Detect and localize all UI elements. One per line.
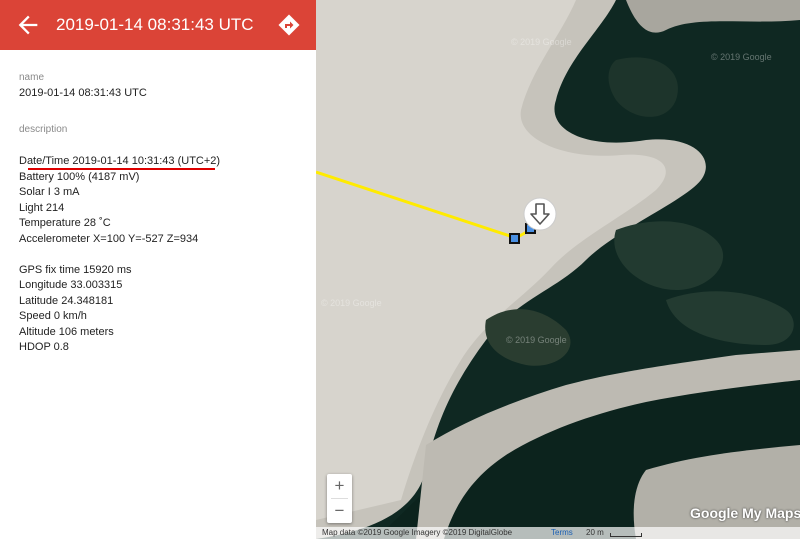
description-line: Longitude 33.003315: [19, 279, 123, 291]
description-line: Temperature 28 ˚C: [19, 217, 111, 229]
name-label: name: [19, 72, 45, 83]
google-my-maps-logo: Google My Maps: [690, 505, 800, 521]
map-watermark: © 2019 Google: [711, 52, 772, 62]
panel-header: 2019-01-14 08:31:43 UTC: [0, 0, 316, 50]
description-line: Solar I 3 mA: [19, 186, 80, 198]
satellite-imagery: [316, 0, 800, 539]
description-line: HDOP 0.8: [19, 341, 69, 353]
map-watermark: © 2019 Google: [321, 298, 382, 308]
map-watermark: © 2019 Google: [506, 335, 567, 345]
map-watermark: © 2019 Google: [511, 37, 572, 47]
satellite-map[interactable]: © 2019 Google © 2019 Google © 2019 Googl…: [316, 0, 800, 539]
description-line: GPS fix time 15920 ms: [19, 263, 132, 276]
description-line: Latitude 24.348181: [19, 294, 114, 307]
attribution-text: Map data ©2019 Google Imagery ©2019 Digi…: [322, 528, 513, 537]
description-label: description: [19, 124, 68, 135]
page-title: 2019-01-14 08:31:43 UTC: [56, 15, 254, 34]
datetime-underline: [28, 168, 215, 170]
track-point-marker[interactable]: [509, 233, 520, 244]
map-attribution-bar: Map data ©2019 Google Imagery ©2019 Digi…: [316, 527, 800, 539]
description-text: Date/Time 2019-01-14 10:31:43 (UTC+2) Ba…: [19, 154, 220, 356]
arrow-left-icon[interactable]: [14, 11, 42, 39]
description-line: Accelerometer X=100 Y=-527 Z=934: [19, 232, 199, 245]
download-arrow-icon[interactable]: [522, 196, 558, 232]
zoom-control: + −: [327, 474, 352, 523]
terms-link[interactable]: Terms: [551, 527, 573, 539]
description-line: Light 214: [19, 201, 65, 214]
directions-icon[interactable]: [277, 13, 301, 37]
description-line: Altitude 106 meters: [19, 325, 114, 338]
scale-label: 20 m: [586, 528, 604, 537]
details-panel: 2019-01-14 08:31:43 UTC name 2019-01-14 …: [0, 0, 316, 539]
name-value: 2019-01-14 08:31:43 UTC: [19, 87, 147, 99]
zoom-out-button[interactable]: −: [327, 499, 352, 523]
scale-bar: [610, 533, 642, 537]
description-line: Speed 0 km/h: [19, 310, 87, 322]
zoom-in-button[interactable]: +: [327, 474, 352, 498]
description-line: Battery 100% (4187 mV): [19, 170, 140, 183]
